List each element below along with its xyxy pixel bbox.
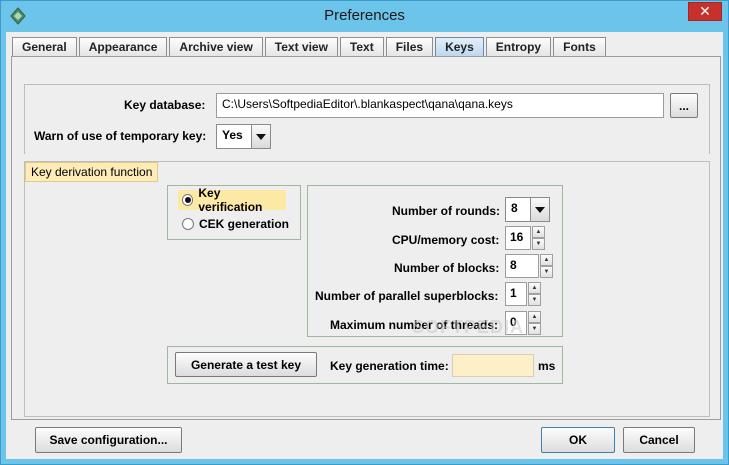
preferences-window: Preferences ✕ General Appearance Archive… xyxy=(0,0,729,465)
tab-appearance[interactable]: Appearance xyxy=(78,37,168,57)
rounds-value: 8 xyxy=(511,201,518,215)
radio-cek-generation[interactable]: CEK generation xyxy=(178,214,293,234)
blocks-value[interactable]: 8 xyxy=(505,254,539,278)
superblocks-value[interactable]: 1 xyxy=(505,282,527,306)
radio-cek-generation-label: CEK generation xyxy=(199,217,290,231)
ok-button[interactable]: OK xyxy=(541,427,615,453)
radio-unselected-icon xyxy=(182,218,194,230)
rounds-label: Number of rounds: xyxy=(392,204,500,218)
cpu-memory-cost-label: CPU/memory cost: xyxy=(392,233,500,247)
tab-text-view[interactable]: Text view xyxy=(264,37,338,57)
spin-up-icon[interactable]: ▲ xyxy=(528,311,541,323)
tab-keys[interactable]: Keys xyxy=(435,37,484,57)
cancel-button[interactable]: Cancel xyxy=(623,427,695,453)
cpu-memory-cost-spinner[interactable]: 16 ▲ ▼ xyxy=(505,226,545,250)
key-database-label: Key database: xyxy=(124,98,206,112)
close-button[interactable]: ✕ xyxy=(688,2,722,21)
tab-entropy[interactable]: Entropy xyxy=(485,37,552,57)
threads-label: Maximum number of threads: xyxy=(330,318,499,332)
spin-up-icon[interactable]: ▲ xyxy=(540,254,553,266)
kdf-group-title: Key derivation function xyxy=(25,162,159,182)
key-generation-time-label: Key generation time: xyxy=(330,359,449,373)
tab-fonts[interactable]: Fonts xyxy=(553,37,606,57)
warn-temporary-key-combo[interactable]: Yes xyxy=(216,124,271,149)
tab-strip: General Appearance Archive view Text vie… xyxy=(12,35,608,57)
generate-test-key-button[interactable]: Generate a test key xyxy=(175,352,317,377)
tab-archive-view[interactable]: Archive view xyxy=(169,37,263,57)
keys-tab-panel: Key database: C:\Users\SoftpediaEditor\.… xyxy=(11,56,721,420)
rounds-combo[interactable]: 8 xyxy=(505,197,550,222)
key-generation-time-field xyxy=(452,354,534,377)
kdf-mode-radio-group: Key verification CEK generation xyxy=(167,185,301,240)
radio-selected-icon xyxy=(182,194,194,206)
tab-files[interactable]: Files xyxy=(385,37,434,57)
tab-text[interactable]: Text xyxy=(339,37,384,57)
close-icon: ✕ xyxy=(699,3,711,19)
superblocks-label: Number of parallel superblocks: xyxy=(315,289,499,303)
blocks-spinner[interactable]: 8 ▲ ▼ xyxy=(505,254,553,278)
radio-key-verification-label: Key verification xyxy=(198,186,263,214)
dropdown-arrow-icon[interactable] xyxy=(251,125,270,148)
spin-down-icon[interactable]: ▼ xyxy=(532,238,545,250)
spin-down-icon[interactable]: ▼ xyxy=(528,323,541,335)
dialog-client-area: General Appearance Archive view Text vie… xyxy=(6,32,723,459)
warn-temporary-key-label: Warn of use of temporary key: xyxy=(34,129,207,143)
spin-up-icon[interactable]: ▲ xyxy=(532,226,545,238)
tab-general[interactable]: General xyxy=(12,37,77,57)
superblocks-spinner[interactable]: 1 ▲ ▼ xyxy=(505,282,541,306)
title-bar[interactable]: Preferences ✕ xyxy=(1,1,728,32)
key-database-field[interactable]: C:\Users\SoftpediaEditor\.blankaspect\qa… xyxy=(216,93,664,118)
threads-spinner[interactable]: 0 ▲ ▼ xyxy=(505,311,541,335)
blocks-label: Number of blocks: xyxy=(394,261,500,275)
spin-down-icon[interactable]: ▼ xyxy=(528,294,541,306)
cpu-memory-cost-value[interactable]: 16 xyxy=(505,226,531,250)
browse-button[interactable]: ... xyxy=(670,93,698,118)
threads-value[interactable]: 0 xyxy=(505,311,527,335)
spin-up-icon[interactable]: ▲ xyxy=(528,282,541,294)
key-generation-time-unit: ms xyxy=(538,359,556,373)
window-title: Preferences xyxy=(324,7,405,24)
dropdown-arrow-icon[interactable] xyxy=(530,198,549,221)
warn-temporary-key-value: Yes xyxy=(222,128,243,142)
save-configuration-button[interactable]: Save configuration... xyxy=(35,427,182,453)
spin-down-icon[interactable]: ▼ xyxy=(540,266,553,278)
radio-key-verification[interactable]: Key verification xyxy=(178,186,286,214)
